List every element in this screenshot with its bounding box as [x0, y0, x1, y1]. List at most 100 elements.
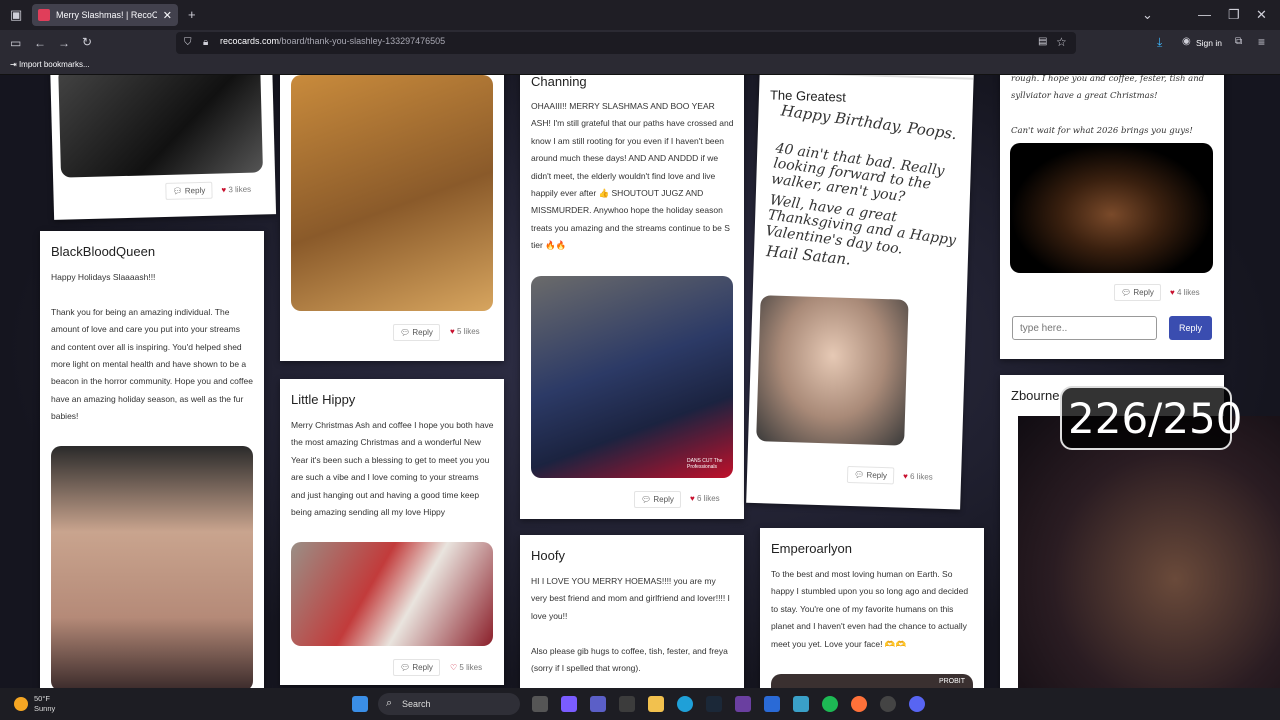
lock-icon[interactable]: 🔒︎ [203, 37, 208, 48]
gif-caption: PROBIT [938, 678, 965, 685]
back-icon[interactable]: ← [34, 36, 46, 50]
card-author: BlackBloodQueen [51, 244, 156, 259]
card-blackbloodqueen: BlackBloodQueen Happy Holidays Slaaaash!… [40, 231, 264, 688]
tab-title: Merry Slashmas! | RecoCards.co [56, 10, 157, 20]
bookmarks-bar [0, 56, 1280, 75]
file-explorer-icon[interactable] [648, 696, 664, 712]
likes-count[interactable]: ♥ 4 likes [1170, 288, 1200, 297]
reload-icon[interactable]: ↻ [82, 35, 92, 49]
likes-label: 6 likes [909, 471, 933, 482]
firefox-icon[interactable] [851, 696, 867, 712]
windows-start-icon[interactable] [352, 696, 368, 712]
likes-count[interactable]: ♡ 5 likes [450, 663, 482, 672]
card-gif [58, 75, 263, 178]
import-bookmarks-link[interactable]: ⇥ Import bookmarks... [10, 60, 90, 69]
app-icon[interactable] [735, 696, 751, 712]
edge-icon[interactable] [677, 696, 693, 712]
extensions-icon[interactable]: ⧉ [1235, 36, 1242, 47]
card-top-left: 💬︎ Reply ♥ 3 likes [49, 75, 277, 220]
search-icon: ⌕ [386, 697, 393, 709]
menu-icon[interactable]: ≡ [1258, 35, 1265, 49]
import-bookmarks-label: Import bookmarks... [18, 60, 90, 69]
card-little-hippy: Little Hippy Merry Christmas Ash and cof… [280, 379, 504, 685]
downloads-icon[interactable]: ⤓ [1157, 35, 1162, 50]
reply-button[interactable]: 💬︎ Reply [393, 659, 440, 676]
reply-button[interactable]: 💬︎ Reply [165, 181, 213, 200]
account-icon[interactable]: ◉ [1182, 36, 1191, 47]
taskbar-search[interactable]: ⌕ Search [378, 693, 520, 715]
card-gif [756, 295, 909, 446]
new-tab-icon[interactable]: + [188, 0, 196, 30]
recocards-favicon-icon [38, 9, 50, 21]
chevron-down-icon[interactable]: ⌄ [1142, 0, 1153, 30]
card-message: rough. I hope you and coffee, fester, ti… [1011, 75, 1205, 137]
likes-count[interactable]: ♥ 6 likes [903, 472, 933, 482]
reply-button[interactable]: 💬︎ Reply [393, 324, 440, 341]
reply-button[interactable]: 💬︎ Reply [1114, 284, 1161, 301]
reply-label: Reply [1133, 288, 1154, 297]
heart-icon: ♥ [221, 185, 227, 195]
card-hoofy: Hoofy HI I LOVE YOU MERRY HOEMAS!!!! you… [520, 535, 744, 688]
obs-icon[interactable] [880, 696, 896, 712]
likes-count[interactable]: ♥ 5 likes [450, 327, 480, 336]
task-view-icon[interactable] [532, 696, 548, 712]
close-tab-icon[interactable]: ✕ [163, 9, 172, 22]
card-emperoarlyon: Emperoarlyon To the best and most loving… [760, 528, 984, 688]
reply-button[interactable]: 💬︎ Reply [846, 465, 895, 485]
taskbar [0, 688, 1280, 720]
heart-icon: ♥ [902, 471, 908, 481]
card-gif: PROBIT [771, 674, 973, 688]
card-author: Emperoarlyon [771, 541, 852, 556]
card-channing: Channing OHAAIII!! MERRY SLASHMAS AND BO… [520, 75, 744, 519]
weather-widget[interactable]: 50°F Sunny [34, 694, 55, 714]
app-icon[interactable] [764, 696, 780, 712]
shield-icon[interactable]: ⛉ [184, 37, 192, 48]
copilot-icon[interactable] [561, 696, 577, 712]
teams-icon[interactable] [590, 696, 606, 712]
sidebar-icon[interactable]: ▭ [10, 36, 21, 50]
card-message: OHAAIII!! MERRY SLASHMAS AND BOO YEAR AS… [531, 101, 736, 251]
forward-icon[interactable]: → [58, 36, 70, 50]
likes-count[interactable]: ♥ 6 likes [690, 494, 720, 503]
reply-label: Reply [412, 328, 433, 337]
maximize-icon[interactable]: ❐ [1228, 0, 1240, 30]
sun-icon[interactable] [14, 697, 28, 711]
card-author: Little Hippy [291, 392, 356, 407]
close-window-icon[interactable]: ✕ [1256, 0, 1267, 30]
heart-icon: ♥ [690, 494, 695, 503]
likes-label: 6 likes [696, 494, 720, 503]
store-icon[interactable] [619, 696, 635, 712]
card-the-greatest: The Greatest Happy Birthday, Poops. 40 a… [746, 75, 974, 510]
card-cat: 💬︎ Reply ♥ 5 likes [280, 75, 504, 361]
bookmark-star-icon[interactable]: ☆ [1056, 35, 1067, 49]
heart-icon: ♥ [450, 327, 455, 336]
weather-condition: Sunny [34, 704, 56, 713]
photos-icon[interactable] [793, 696, 809, 712]
steam-icon[interactable] [706, 696, 722, 712]
spotify-icon[interactable] [822, 696, 838, 712]
tab-list-icon[interactable]: ▣ [10, 0, 22, 30]
goal-counter: 226/250 [1060, 386, 1242, 450]
reply-submit-button[interactable]: Reply [1169, 316, 1212, 340]
likes-label: 4 likes [1176, 288, 1200, 297]
card-message: Happy Holidays Slaaaash!!! Thank you for… [51, 272, 253, 422]
reader-view-icon[interactable]: ▤ [1038, 36, 1047, 47]
card-author: Hoofy [531, 548, 565, 563]
reply-label: Reply [866, 470, 888, 481]
likes-count[interactable]: ♥ 3 likes [221, 185, 251, 195]
card-right-top: rough. I hope you and coffee, fester, ti… [1000, 75, 1224, 359]
card-divider [759, 75, 974, 80]
reply-input[interactable] [1012, 316, 1157, 340]
active-tab[interactable]: Merry Slashmas! | RecoCards.co ✕ [32, 4, 178, 26]
sign-in-button[interactable]: Sign in [1196, 38, 1222, 48]
card-author: Channing [531, 75, 587, 89]
minimize-icon[interactable]: — [1198, 0, 1211, 30]
likes-label: 5 likes [456, 327, 480, 336]
card-gif [291, 75, 493, 311]
reply-button[interactable]: 💬︎ Reply [634, 491, 681, 508]
weather-temp: 50°F [34, 694, 50, 703]
card-gif [1010, 143, 1213, 273]
url-text[interactable]: recocards.com/board/thank-you-slashley-1… [220, 36, 445, 46]
heart-icon: ♡ [450, 663, 458, 672]
discord-icon[interactable] [909, 696, 925, 712]
